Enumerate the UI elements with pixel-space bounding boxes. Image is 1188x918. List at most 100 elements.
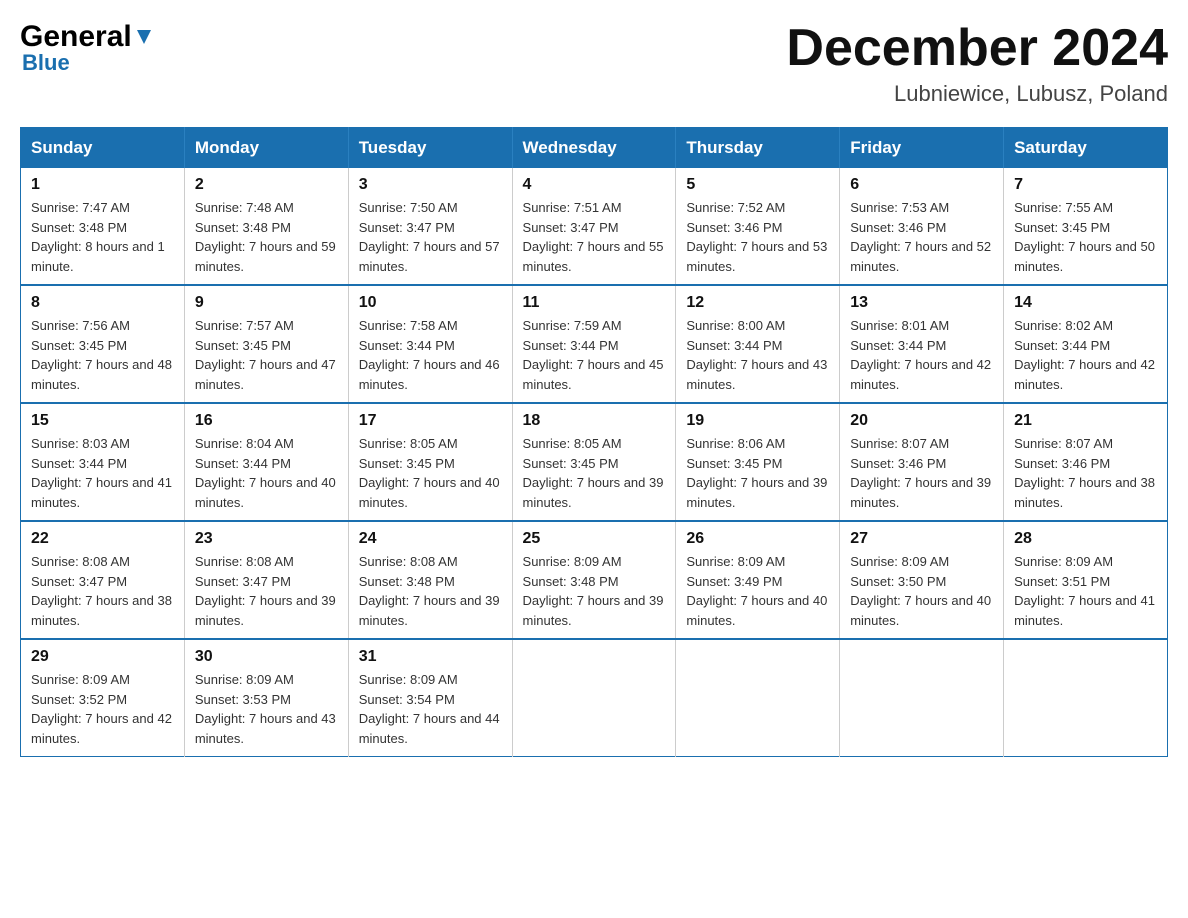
daylight-label: Daylight: 7 hours and 48 minutes. [31, 357, 172, 392]
sunset-label: Sunset: 3:46 PM [850, 456, 946, 471]
calendar-cell: 17 Sunrise: 8:05 AM Sunset: 3:45 PM Dayl… [348, 403, 512, 521]
calendar-cell: 11 Sunrise: 7:59 AM Sunset: 3:44 PM Dayl… [512, 285, 676, 403]
daylight-label: Daylight: 7 hours and 39 minutes. [195, 593, 336, 628]
day-number: 27 [850, 530, 993, 548]
daylight-label: Daylight: 7 hours and 40 minutes. [686, 593, 827, 628]
day-number: 3 [359, 176, 502, 194]
sunrise-label: Sunrise: 8:07 AM [1014, 436, 1113, 451]
day-info: Sunrise: 8:05 AM Sunset: 3:45 PM Dayligh… [359, 434, 502, 512]
day-number: 5 [686, 176, 829, 194]
sunrise-label: Sunrise: 8:09 AM [523, 554, 622, 569]
sunrise-label: Sunrise: 7:50 AM [359, 200, 458, 215]
day-info: Sunrise: 8:01 AM Sunset: 3:44 PM Dayligh… [850, 316, 993, 394]
day-info: Sunrise: 7:59 AM Sunset: 3:44 PM Dayligh… [523, 316, 666, 394]
calendar-cell: 27 Sunrise: 8:09 AM Sunset: 3:50 PM Dayl… [840, 521, 1004, 639]
day-info: Sunrise: 8:04 AM Sunset: 3:44 PM Dayligh… [195, 434, 338, 512]
calendar-week-row: 8 Sunrise: 7:56 AM Sunset: 3:45 PM Dayli… [21, 285, 1168, 403]
sunset-label: Sunset: 3:54 PM [359, 692, 455, 707]
day-number: 4 [523, 176, 666, 194]
calendar-cell: 7 Sunrise: 7:55 AM Sunset: 3:45 PM Dayli… [1004, 168, 1168, 285]
day-info: Sunrise: 8:09 AM Sunset: 3:49 PM Dayligh… [686, 552, 829, 630]
day-info: Sunrise: 8:02 AM Sunset: 3:44 PM Dayligh… [1014, 316, 1157, 394]
sunrise-label: Sunrise: 8:07 AM [850, 436, 949, 451]
day-info: Sunrise: 8:09 AM Sunset: 3:50 PM Dayligh… [850, 552, 993, 630]
sunrise-label: Sunrise: 8:00 AM [686, 318, 785, 333]
day-info: Sunrise: 8:08 AM Sunset: 3:48 PM Dayligh… [359, 552, 502, 630]
sunset-label: Sunset: 3:44 PM [359, 338, 455, 353]
daylight-label: Daylight: 7 hours and 55 minutes. [523, 239, 664, 274]
logo-arrow-icon [132, 26, 155, 48]
calendar-cell: 31 Sunrise: 8:09 AM Sunset: 3:54 PM Dayl… [348, 639, 512, 757]
day-info: Sunrise: 8:06 AM Sunset: 3:45 PM Dayligh… [686, 434, 829, 512]
sunrise-label: Sunrise: 7:53 AM [850, 200, 949, 215]
sunset-label: Sunset: 3:46 PM [1014, 456, 1110, 471]
calendar-cell [676, 639, 840, 757]
calendar-week-row: 15 Sunrise: 8:03 AM Sunset: 3:44 PM Dayl… [21, 403, 1168, 521]
calendar-cell: 4 Sunrise: 7:51 AM Sunset: 3:47 PM Dayli… [512, 168, 676, 285]
sunrise-label: Sunrise: 7:47 AM [31, 200, 130, 215]
daylight-label: Daylight: 7 hours and 41 minutes. [31, 475, 172, 510]
day-info: Sunrise: 7:51 AM Sunset: 3:47 PM Dayligh… [523, 198, 666, 276]
day-number: 16 [195, 412, 338, 430]
logo-general-text: General [20, 20, 132, 54]
day-number: 15 [31, 412, 174, 430]
daylight-label: Daylight: 7 hours and 40 minutes. [359, 475, 500, 510]
calendar-table: SundayMondayTuesdayWednesdayThursdayFrid… [20, 127, 1168, 757]
day-number: 24 [359, 530, 502, 548]
calendar-cell: 30 Sunrise: 8:09 AM Sunset: 3:53 PM Dayl… [184, 639, 348, 757]
calendar-cell: 10 Sunrise: 7:58 AM Sunset: 3:44 PM Dayl… [348, 285, 512, 403]
day-number: 22 [31, 530, 174, 548]
day-info: Sunrise: 8:07 AM Sunset: 3:46 PM Dayligh… [850, 434, 993, 512]
sunrise-label: Sunrise: 8:09 AM [850, 554, 949, 569]
daylight-label: Daylight: 7 hours and 42 minutes. [1014, 357, 1155, 392]
daylight-label: Daylight: 7 hours and 39 minutes. [523, 593, 664, 628]
day-number: 20 [850, 412, 993, 430]
sunset-label: Sunset: 3:50 PM [850, 574, 946, 589]
sunset-label: Sunset: 3:45 PM [195, 338, 291, 353]
day-info: Sunrise: 7:47 AM Sunset: 3:48 PM Dayligh… [31, 198, 174, 276]
day-info: Sunrise: 8:05 AM Sunset: 3:45 PM Dayligh… [523, 434, 666, 512]
day-number: 21 [1014, 412, 1157, 430]
daylight-label: Daylight: 7 hours and 52 minutes. [850, 239, 991, 274]
sunset-label: Sunset: 3:46 PM [850, 220, 946, 235]
day-number: 26 [686, 530, 829, 548]
day-info: Sunrise: 8:09 AM Sunset: 3:53 PM Dayligh… [195, 670, 338, 748]
sunset-label: Sunset: 3:45 PM [359, 456, 455, 471]
day-info: Sunrise: 8:08 AM Sunset: 3:47 PM Dayligh… [31, 552, 174, 630]
sunset-label: Sunset: 3:48 PM [195, 220, 291, 235]
sunset-label: Sunset: 3:46 PM [686, 220, 782, 235]
daylight-label: Daylight: 7 hours and 43 minutes. [195, 711, 336, 746]
daylight-label: Daylight: 7 hours and 38 minutes. [31, 593, 172, 628]
calendar-cell: 16 Sunrise: 8:04 AM Sunset: 3:44 PM Dayl… [184, 403, 348, 521]
daylight-label: Daylight: 7 hours and 39 minutes. [523, 475, 664, 510]
calendar-week-row: 22 Sunrise: 8:08 AM Sunset: 3:47 PM Dayl… [21, 521, 1168, 639]
day-info: Sunrise: 8:09 AM Sunset: 3:54 PM Dayligh… [359, 670, 502, 748]
day-number: 28 [1014, 530, 1157, 548]
daylight-label: Daylight: 7 hours and 39 minutes. [359, 593, 500, 628]
daylight-label: Daylight: 7 hours and 43 minutes. [686, 357, 827, 392]
sunrise-label: Sunrise: 8:04 AM [195, 436, 294, 451]
sunrise-label: Sunrise: 8:09 AM [686, 554, 785, 569]
calendar-cell: 12 Sunrise: 8:00 AM Sunset: 3:44 PM Dayl… [676, 285, 840, 403]
sunrise-label: Sunrise: 7:52 AM [686, 200, 785, 215]
day-number: 25 [523, 530, 666, 548]
day-number: 19 [686, 412, 829, 430]
calendar-cell: 25 Sunrise: 8:09 AM Sunset: 3:48 PM Dayl… [512, 521, 676, 639]
sunset-label: Sunset: 3:45 PM [523, 456, 619, 471]
calendar-cell: 24 Sunrise: 8:08 AM Sunset: 3:48 PM Dayl… [348, 521, 512, 639]
day-info: Sunrise: 8:07 AM Sunset: 3:46 PM Dayligh… [1014, 434, 1157, 512]
daylight-label: Daylight: 7 hours and 59 minutes. [195, 239, 336, 274]
day-number: 1 [31, 176, 174, 194]
calendar-cell: 14 Sunrise: 8:02 AM Sunset: 3:44 PM Dayl… [1004, 285, 1168, 403]
calendar-cell: 8 Sunrise: 7:56 AM Sunset: 3:45 PM Dayli… [21, 285, 185, 403]
sunset-label: Sunset: 3:53 PM [195, 692, 291, 707]
calendar-cell [512, 639, 676, 757]
title-block: December 2024 Lubniewice, Lubusz, Poland [786, 20, 1168, 107]
daylight-label: Daylight: 7 hours and 57 minutes. [359, 239, 500, 274]
daylight-label: Daylight: 7 hours and 50 minutes. [1014, 239, 1155, 274]
weekday-header-tuesday: Tuesday [348, 128, 512, 169]
day-info: Sunrise: 8:09 AM Sunset: 3:51 PM Dayligh… [1014, 552, 1157, 630]
sunrise-label: Sunrise: 8:05 AM [359, 436, 458, 451]
day-number: 31 [359, 648, 502, 666]
day-info: Sunrise: 7:50 AM Sunset: 3:47 PM Dayligh… [359, 198, 502, 276]
